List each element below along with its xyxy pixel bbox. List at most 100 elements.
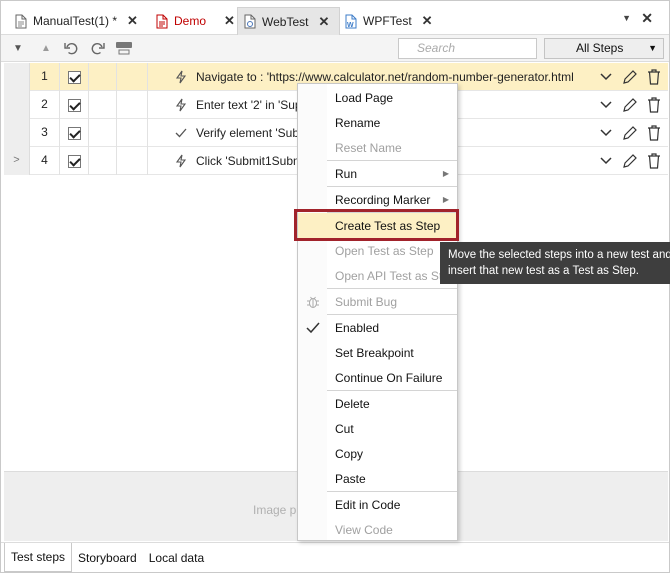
close-icon[interactable]: ✕ (127, 13, 138, 29)
chevron-down-icon: ▼ (648, 43, 657, 53)
step-number: 2 (30, 91, 60, 119)
menu-item-label: Set Breakpoint (335, 345, 414, 360)
tab-wpftest[interactable]: W WPFTest ✕ (339, 7, 439, 35)
tab-webtest[interactable]: WebTest ✕ (237, 7, 340, 35)
redo-icon[interactable] (89, 39, 107, 57)
tooltip-line-2: insert that new test as a Test as Step. (448, 265, 639, 277)
menu-item-open-api-test-as-step[interactable]: Open API Test as Step (298, 263, 457, 288)
empty-cell (89, 63, 117, 91)
menu-item-run[interactable]: Run ▶ (298, 161, 457, 186)
trash-icon[interactable] (643, 124, 665, 142)
menu-item-rename[interactable]: Rename (298, 110, 457, 135)
edit-pencil-icon[interactable] (619, 152, 641, 170)
undo-icon[interactable] (62, 39, 80, 57)
step-enabled-checkbox[interactable] (60, 147, 89, 175)
tooltip-line-1: Move the selected steps into a new test … (448, 249, 670, 261)
step-number: 1 (30, 63, 60, 91)
tab-storyboard[interactable]: Storyboard (72, 543, 143, 572)
search-input[interactable]: Search (398, 38, 537, 59)
web-test-file-icon (244, 14, 256, 29)
bottom-tab-bar: Test steps Storyboard Local data (1, 542, 669, 572)
chevron-down-icon[interactable] (595, 124, 617, 142)
step-enabled-checkbox[interactable] (60, 119, 89, 147)
close-icon[interactable]: ✕ (224, 13, 235, 29)
lightning-icon (174, 98, 188, 112)
menu-item-label: Paste (335, 471, 366, 486)
checkmark-icon (305, 320, 321, 336)
edit-pencil-icon[interactable] (619, 124, 641, 142)
step-description[interactable]: Enter text '2' in 'Sup (174, 91, 302, 119)
trash-icon[interactable] (643, 96, 665, 114)
close-icon[interactable]: ✕ (318, 14, 329, 30)
menu-item-set-breakpoint[interactable]: Set Breakpoint (298, 340, 457, 365)
close-icon[interactable]: ✕ (422, 13, 433, 29)
menu-item-enabled[interactable]: Enabled (298, 315, 457, 340)
check-icon (174, 127, 188, 139)
row-gutter[interactable] (4, 63, 30, 91)
menu-item-load-page[interactable]: Load Page (298, 85, 457, 110)
menu-item-label: Continue On Failure (335, 370, 443, 385)
step-description[interactable]: Click 'Submit1Subm (174, 147, 303, 175)
chevron-down-icon[interactable] (595, 68, 617, 86)
chevron-down-icon[interactable] (595, 152, 617, 170)
tab-test-steps[interactable]: Test steps (4, 543, 73, 572)
menu-item-label: Rename (335, 115, 381, 130)
menu-item-cut[interactable]: Cut (298, 416, 457, 441)
edit-pencil-icon[interactable] (619, 96, 641, 114)
menu-item-continue-on-failure[interactable]: Continue On Failure (298, 365, 457, 390)
menu-item-label: Copy (335, 446, 364, 461)
trash-icon[interactable] (643, 68, 665, 86)
trash-icon[interactable] (643, 152, 665, 170)
empty-cell (89, 119, 117, 147)
menu-item-label: Open Test as Step (335, 243, 434, 258)
row-gutter[interactable] (4, 91, 30, 119)
menu-item-label: Cut (335, 421, 354, 436)
tab-local-data[interactable]: Local data (143, 543, 210, 572)
row-gutter[interactable] (4, 119, 30, 147)
image-preview-text: Image pr (253, 503, 301, 517)
menu-item-label: Open API Test as Step (335, 268, 456, 283)
menu-item-label: Run (335, 166, 358, 181)
menu-item-label: Enabled (335, 320, 380, 335)
menu-item-copy[interactable]: Copy (298, 441, 457, 466)
close-all-icon[interactable]: ✕ (641, 10, 653, 27)
highlight-annotation (294, 209, 459, 241)
step-description[interactable]: Verify element 'Subm (174, 119, 309, 147)
tab-label: Demo (174, 14, 207, 28)
row-gutter-expand[interactable]: > (4, 147, 30, 175)
edit-pencil-icon[interactable] (619, 68, 641, 86)
svg-text:W: W (347, 22, 354, 29)
menu-item-label: Edit in Code (335, 497, 401, 512)
step-filter-value: All Steps (576, 41, 624, 55)
steps-toolbar: ▼ ▲ Search All Steps ▼ (1, 35, 669, 62)
menu-item-edit-in-code[interactable]: Edit in Code (298, 492, 457, 517)
menu-item-reset-name[interactable]: Reset Name (298, 135, 457, 160)
empty-cell (117, 91, 148, 119)
bug-icon (305, 294, 321, 310)
tooltip: Move the selected steps into a new test … (440, 242, 670, 284)
menu-item-delete[interactable]: Delete (298, 391, 457, 416)
menu-item-submit-bug[interactable]: Submit Bug (298, 289, 457, 314)
move-up-icon[interactable]: ▲ (38, 39, 54, 57)
record-steps-icon[interactable] (114, 39, 134, 57)
step-filter-select[interactable]: All Steps ▼ (544, 38, 664, 59)
step-text: Navigate to : 'https://www.calculator.ne… (196, 70, 574, 84)
tab-label: WebTest (262, 14, 309, 29)
step-enabled-checkbox[interactable] (60, 63, 89, 91)
menu-item-open-test-as-step[interactable]: Open Test as Step (298, 238, 457, 263)
step-text: Verify element 'Subm (196, 126, 310, 140)
row-actions (595, 96, 667, 114)
demo-test-file-icon (156, 14, 168, 29)
menu-item-paste[interactable]: Paste (298, 466, 457, 491)
chevron-down-icon[interactable] (595, 96, 617, 114)
step-enabled-checkbox[interactable] (60, 91, 89, 119)
collapse-dropdown-icon[interactable]: ▼ (10, 39, 26, 57)
row-actions (595, 152, 667, 170)
tab-demo[interactable]: Demo ✕ (150, 7, 241, 35)
menu-item-label: Recording Marker (335, 192, 431, 207)
tab-overflow-dropdown-icon[interactable]: ▼ (622, 13, 631, 23)
tab-manualtest[interactable]: ManualTest(1) * ✕ (9, 7, 144, 35)
menu-item-view-code[interactable]: View Code (298, 517, 457, 542)
lightning-icon (174, 154, 188, 168)
row-actions (595, 124, 667, 142)
